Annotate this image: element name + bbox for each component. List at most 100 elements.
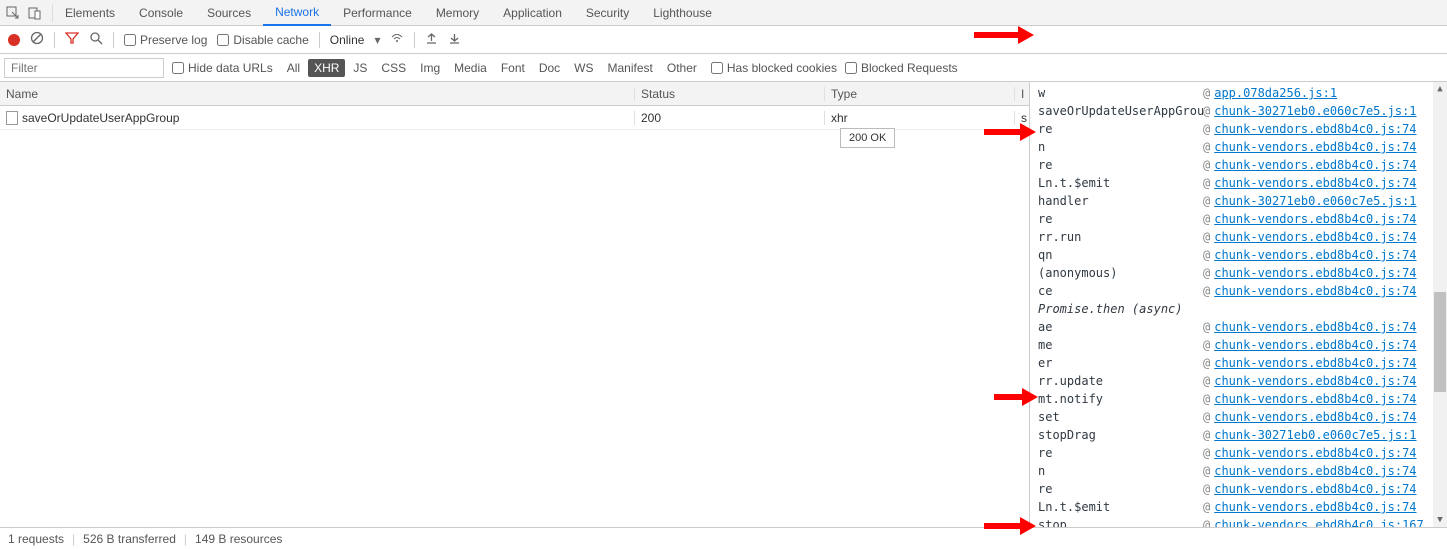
col-header-status[interactable]: Status xyxy=(635,87,825,101)
stack-source-link[interactable]: chunk-vendors.ebd8b4c0.js:74 xyxy=(1214,266,1416,280)
scroll-up-icon[interactable]: ▲ xyxy=(1433,82,1447,96)
stack-source-link[interactable]: chunk-30271eb0.e060c7e5.js:1 xyxy=(1214,104,1416,118)
tab-application[interactable]: Application xyxy=(491,0,574,26)
stack-source-link[interactable]: chunk-vendors.ebd8b4c0.js:74 xyxy=(1214,320,1416,334)
stack-at: @ xyxy=(1203,428,1210,442)
stack-source-link[interactable]: app.078da256.js:1 xyxy=(1214,86,1337,100)
status-bar: 1 requests | 526 B transferred | 149 B r… xyxy=(0,527,1447,549)
filter-chip-ws[interactable]: WS xyxy=(568,59,599,77)
scrollbar-thumb[interactable] xyxy=(1434,292,1446,392)
col-header-name[interactable]: Name xyxy=(0,87,635,101)
search-icon[interactable] xyxy=(89,31,103,48)
preserve-log-checkbox[interactable]: Preserve log xyxy=(124,33,207,47)
stack-source-link[interactable]: chunk-vendors.ebd8b4c0.js:74 xyxy=(1214,500,1416,514)
stack-source-link[interactable]: chunk-vendors.ebd8b4c0.js:74 xyxy=(1214,176,1416,190)
col-header-type[interactable]: Type xyxy=(825,87,1015,101)
stack-function: saveOrUpdateUserAppGroup xyxy=(1038,104,1203,118)
filter-chip-js[interactable]: JS xyxy=(347,59,373,77)
stack-source-link[interactable]: chunk-vendors.ebd8b4c0.js:74 xyxy=(1214,392,1416,406)
stack-function: re xyxy=(1038,482,1203,496)
stack-at: @ xyxy=(1203,464,1210,478)
filter-chip-xhr[interactable]: XHR xyxy=(308,59,345,77)
stack-function: ae xyxy=(1038,320,1203,334)
scroll-down-icon[interactable]: ▼ xyxy=(1433,513,1447,527)
stack-frame: re@chunk-vendors.ebd8b4c0.js:74 xyxy=(1038,120,1447,138)
blocked-requests-checkbox[interactable]: Blocked Requests xyxy=(845,61,958,75)
clear-icon[interactable] xyxy=(30,31,44,48)
stack-source-link[interactable]: chunk-vendors.ebd8b4c0.js:74 xyxy=(1214,158,1416,172)
inspect-icon[interactable] xyxy=(4,4,22,22)
stack-at: @ xyxy=(1203,374,1210,388)
stack-frame: rr.run@chunk-vendors.ebd8b4c0.js:74 xyxy=(1038,228,1447,246)
network-grid: Name Status Type I saveOrUpdateUserAppGr… xyxy=(0,82,1030,527)
wifi-icon[interactable] xyxy=(390,31,404,48)
stack-source-link[interactable]: chunk-30271eb0.e060c7e5.js:1 xyxy=(1214,194,1416,208)
stack-source-link[interactable]: chunk-vendors.ebd8b4c0.js:74 xyxy=(1214,248,1416,262)
filter-chip-manifest[interactable]: Manifest xyxy=(602,59,659,77)
tab-sources[interactable]: Sources xyxy=(195,0,263,26)
devtools-topbar: ElementsConsoleSourcesNetworkPerformance… xyxy=(0,0,1447,26)
stack-source-link[interactable]: chunk-vendors.ebd8b4c0.js:167 xyxy=(1214,518,1424,527)
tab-memory[interactable]: Memory xyxy=(424,0,491,26)
stack-source-link[interactable]: chunk-vendors.ebd8b4c0.js:74 xyxy=(1214,212,1416,226)
stack-function: re xyxy=(1038,212,1203,226)
stack-source-link[interactable]: chunk-vendors.ebd8b4c0.js:74 xyxy=(1214,284,1416,298)
stack-frame: n@chunk-vendors.ebd8b4c0.js:74 xyxy=(1038,138,1447,156)
col-header-initiator[interactable]: I xyxy=(1015,87,1029,101)
stack-source-link[interactable]: chunk-vendors.ebd8b4c0.js:74 xyxy=(1214,122,1416,136)
hide-data-urls-checkbox[interactable]: Hide data URLs xyxy=(172,61,273,75)
table-row[interactable]: saveOrUpdateUserAppGroup 200 xhr s 200 O… xyxy=(0,106,1029,130)
stack-at: @ xyxy=(1203,446,1210,460)
stack-source-link[interactable]: chunk-vendors.ebd8b4c0.js:74 xyxy=(1214,374,1416,388)
stack-source-link[interactable]: chunk-vendors.ebd8b4c0.js:74 xyxy=(1214,356,1416,370)
tab-elements[interactable]: Elements xyxy=(53,0,127,26)
tab-console[interactable]: Console xyxy=(127,0,195,26)
filter-chip-css[interactable]: CSS xyxy=(375,59,412,77)
device-toggle-icon[interactable] xyxy=(26,4,44,22)
stack-at: @ xyxy=(1203,230,1210,244)
throttling-select[interactable]: Online xyxy=(330,33,365,47)
stack-source-link[interactable]: chunk-vendors.ebd8b4c0.js:74 xyxy=(1214,482,1416,496)
tab-performance[interactable]: Performance xyxy=(331,0,424,26)
filter-icon[interactable] xyxy=(65,31,79,48)
stack-frame: stopDrag@chunk-30271eb0.e060c7e5.js:1 xyxy=(1038,426,1447,444)
filter-input[interactable] xyxy=(4,58,164,78)
record-button[interactable] xyxy=(8,34,20,46)
tab-network[interactable]: Network xyxy=(263,0,331,26)
stack-function: er xyxy=(1038,356,1203,370)
stack-at: @ xyxy=(1203,482,1210,496)
stack-function: ce xyxy=(1038,284,1203,298)
filter-chip-other[interactable]: Other xyxy=(661,59,703,77)
request-status: 200 xyxy=(635,111,825,125)
disable-cache-checkbox[interactable]: Disable cache xyxy=(217,33,308,47)
stack-frame: n@chunk-vendors.ebd8b4c0.js:74 xyxy=(1038,462,1447,480)
filter-chip-media[interactable]: Media xyxy=(448,59,493,77)
stack-at: @ xyxy=(1203,266,1210,280)
upload-icon[interactable] xyxy=(425,32,438,48)
tab-security[interactable]: Security xyxy=(574,0,641,26)
stack-at: @ xyxy=(1203,392,1210,406)
stack-source-link[interactable]: chunk-30271eb0.e060c7e5.js:1 xyxy=(1214,428,1416,442)
download-icon[interactable] xyxy=(448,32,461,48)
has-blocked-cookies-checkbox[interactable]: Has blocked cookies xyxy=(711,61,837,75)
filter-chip-img[interactable]: Img xyxy=(414,59,446,77)
stack-frame: stop@chunk-vendors.ebd8b4c0.js:167 xyxy=(1038,516,1447,527)
stack-source-link[interactable]: chunk-vendors.ebd8b4c0.js:74 xyxy=(1214,446,1416,460)
stack-function: w xyxy=(1038,86,1203,100)
stack-frame: re@chunk-vendors.ebd8b4c0.js:74 xyxy=(1038,444,1447,462)
stack-source-link[interactable]: chunk-vendors.ebd8b4c0.js:74 xyxy=(1214,230,1416,244)
filter-chip-doc[interactable]: Doc xyxy=(533,59,566,77)
tab-lighthouse[interactable]: Lighthouse xyxy=(641,0,724,26)
stack-source-link[interactable]: chunk-vendors.ebd8b4c0.js:74 xyxy=(1214,140,1416,154)
chevron-down-icon[interactable]: ▾ xyxy=(374,33,380,47)
scrollbar[interactable]: ▲ ▼ xyxy=(1433,82,1447,527)
stack-at: @ xyxy=(1203,410,1210,424)
stack-source-link[interactable]: chunk-vendors.ebd8b4c0.js:74 xyxy=(1214,338,1416,352)
stack-source-link[interactable]: chunk-vendors.ebd8b4c0.js:74 xyxy=(1214,410,1416,424)
filter-chip-all[interactable]: All xyxy=(281,59,306,77)
stack-frame: mt.notify@chunk-vendors.ebd8b4c0.js:74 xyxy=(1038,390,1447,408)
stack-function: set xyxy=(1038,410,1203,424)
filter-chip-font[interactable]: Font xyxy=(495,59,531,77)
grid-header: Name Status Type I xyxy=(0,82,1029,106)
stack-source-link[interactable]: chunk-vendors.ebd8b4c0.js:74 xyxy=(1214,464,1416,478)
